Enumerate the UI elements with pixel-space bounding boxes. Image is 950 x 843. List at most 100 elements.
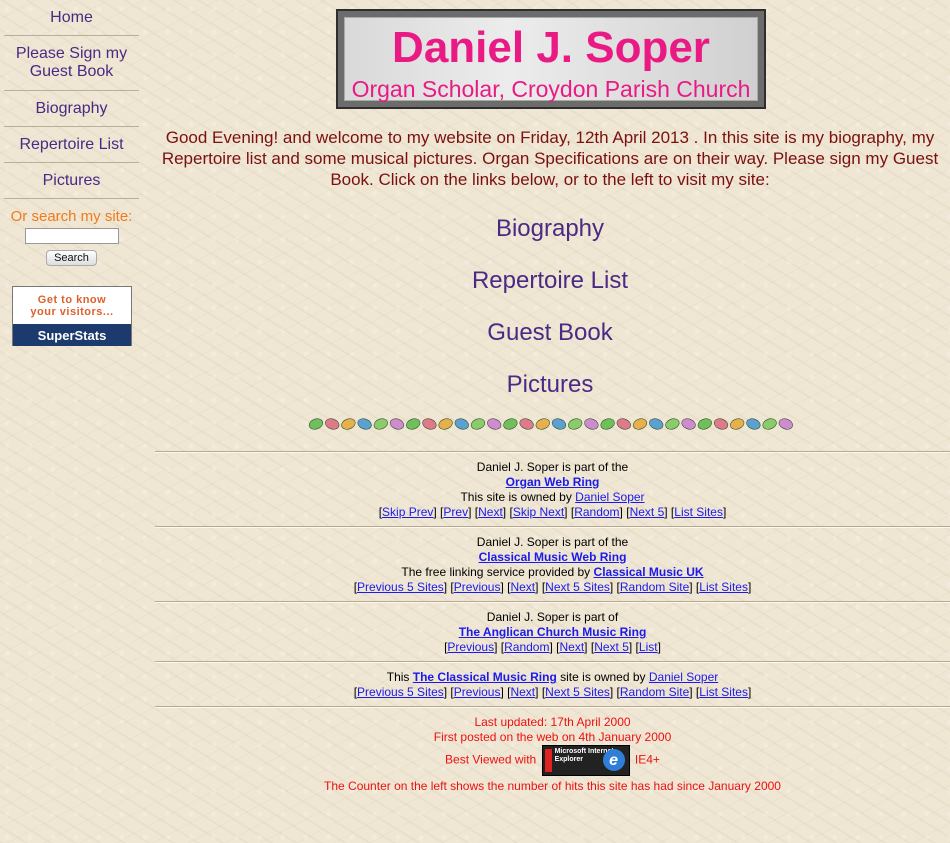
ring-nav-list-sites[interactable]: List Sites — [674, 505, 723, 519]
sidebar-item-pictures[interactable]: Pictures — [4, 163, 139, 199]
ring-nav: [Previous 5 Sites] [Previous] [Next] [Ne… — [353, 685, 752, 699]
welcome-text: Good Evening! and welcome to my website … — [161, 128, 939, 189]
superstats-badge[interactable]: Get to know your visitors... SuperStats — [12, 286, 132, 346]
leaf-decoration — [762, 418, 777, 430]
ring-nav-prev[interactable]: Previous — [454, 580, 501, 594]
ring-nav-random[interactable]: Random Site — [620, 580, 689, 594]
search-input[interactable] — [24, 228, 119, 244]
leaf-divider — [308, 418, 793, 430]
leaf-decoration — [584, 418, 599, 430]
ring-nav: [Previous 5 Sites] [Previous] [Next] [Ne… — [353, 580, 752, 594]
leaf-decoration — [325, 418, 340, 430]
ring-nav-next[interactable]: Next — [510, 685, 535, 699]
ring-intro: Daniel J. Soper is part of — [486, 610, 619, 624]
leaf-decoration — [649, 418, 664, 430]
ring-intro: Daniel J. Soper is part of the — [476, 535, 629, 549]
leaf-decoration — [470, 418, 486, 430]
leaf-decoration — [568, 418, 583, 430]
owned-label: This site is owned by — [460, 490, 572, 504]
search-button[interactable]: Search — [46, 250, 97, 266]
sidebar-item-repertoire[interactable]: Repertoire List — [4, 127, 139, 163]
sidebar: Home Please Sign my Guest Book Biography… — [0, 0, 143, 266]
leaf-decoration — [454, 418, 469, 430]
ring-nav-random[interactable]: Random — [574, 505, 619, 519]
main-link-biography[interactable]: Biography — [152, 215, 948, 243]
divider — [155, 451, 950, 453]
ring-nav-next-5[interactable]: Next 5 Sites — [545, 685, 610, 699]
leaf-decoration — [778, 418, 793, 430]
main-link-pictures[interactable]: Pictures — [152, 371, 948, 399]
classical-music-ring: This The Classical Music Ring site is ow… — [155, 670, 950, 700]
ring-nav-list-sites[interactable]: List Sites — [699, 580, 748, 594]
page-subtitle: Organ Scholar, Croydon Parish Church — [351, 76, 751, 102]
leaf-decoration — [422, 418, 437, 430]
ring-prefix: This — [386, 670, 410, 684]
ie-logo-icon: e — [602, 749, 625, 771]
main-link-repertoire[interactable]: Repertoire List — [152, 267, 948, 295]
ring-nav-next-5[interactable]: Next 5 Sites — [545, 580, 610, 594]
divider — [155, 661, 950, 663]
main-link-guest-book[interactable]: Guest Book — [152, 319, 948, 347]
ring-nav-prev[interactable]: Previous — [447, 640, 494, 654]
classical-music-ring-link[interactable]: The Classical Music Ring — [413, 670, 557, 684]
leaf-decoration — [746, 418, 761, 430]
leaf-decoration — [600, 418, 615, 430]
ring-nav-next[interactable]: Next — [510, 580, 535, 594]
ring-nav-list[interactable]: List — [639, 640, 658, 654]
leaf-decoration — [406, 418, 421, 430]
provider-link[interactable]: Classical Music UK — [594, 565, 704, 579]
header-banner: Daniel J. Soper Organ Scholar, Croydon P… — [336, 9, 766, 109]
ring-nav-next[interactable]: Next — [559, 640, 584, 654]
banner-panel: Daniel J. Soper Organ Scholar, Croydon P… — [344, 17, 758, 102]
leaf-decoration — [681, 418, 696, 430]
last-updated: Last updated: 17th April 2000 — [474, 715, 631, 729]
page-title: Daniel J. Soper — [392, 23, 710, 72]
classical-web-ring-link[interactable]: Classical Music Web Ring — [479, 550, 627, 564]
ring-nav-prev[interactable]: Previous — [454, 685, 501, 699]
best-viewed: Best Viewed with Microsoft Internet Expl… — [155, 745, 950, 776]
divider — [155, 601, 950, 603]
sidebar-item-biography[interactable]: Biography — [4, 91, 139, 127]
leaf-decoration — [357, 418, 372, 430]
leaf-decoration — [713, 418, 729, 430]
ring-nav-next[interactable]: Next — [478, 505, 503, 519]
ring-nav-skip-prev[interactable]: Skip Prev — [382, 505, 433, 519]
leaf-decoration — [341, 418, 356, 430]
leaf-decoration — [632, 418, 648, 430]
owned-label: site is owned by — [560, 670, 646, 684]
divider — [155, 526, 950, 528]
leaf-decoration — [389, 418, 405, 430]
ring-nav-next-5[interactable]: Next 5 — [594, 640, 629, 654]
ring-intro: Daniel J. Soper is part of the — [476, 460, 629, 474]
ring-nav-skip-next[interactable]: Skip Next — [513, 505, 564, 519]
leaf-decoration — [487, 418, 502, 430]
owner-link[interactable]: Daniel Soper — [575, 490, 644, 504]
anglican-ring-link[interactable]: The Anglican Church Music Ring — [459, 625, 647, 639]
leaf-decoration — [665, 418, 680, 430]
ring-nav-prev-5[interactable]: Previous 5 Sites — [357, 580, 444, 594]
ring-nav-prev-5[interactable]: Previous 5 Sites — [357, 685, 444, 699]
leaf-decoration — [308, 418, 324, 430]
organ-web-ring: Daniel J. Soper is part of the Organ Web… — [155, 460, 950, 520]
ie-version-label: IE4+ — [634, 752, 660, 767]
provider-label: The free linking service provided by — [401, 565, 591, 579]
leaf-decoration — [438, 418, 453, 430]
leaf-decoration — [519, 418, 534, 430]
search-label: Or search my site: — [10, 208, 133, 225]
owner-link[interactable]: Daniel Soper — [649, 670, 718, 684]
sidebar-item-home[interactable]: Home — [4, 0, 139, 36]
leaf-decoration — [616, 418, 631, 430]
ring-nav-random[interactable]: Random Site — [620, 685, 689, 699]
sidebar-item-guest-book[interactable]: Please Sign my Guest Book — [4, 36, 139, 91]
ring-nav: [Previous] [Random] [Next] [Next 5] [Lis… — [444, 640, 661, 654]
ring-nav-list-sites[interactable]: List Sites — [699, 685, 748, 699]
anglican-church-music-ring: Daniel J. Soper is part of The Anglican … — [155, 610, 950, 655]
ring-nav-prev[interactable]: Prev — [443, 505, 468, 519]
leaf-decoration — [503, 418, 518, 430]
ie-badge[interactable]: Microsoft Internet Explorer e — [541, 745, 630, 776]
counter-note: The Counter on the left shows the number… — [324, 779, 781, 793]
ring-nav-next-5[interactable]: Next 5 — [630, 505, 665, 519]
free-stripe — [544, 749, 552, 772]
organ-web-ring-link[interactable]: Organ Web Ring — [506, 475, 600, 489]
ring-nav-random[interactable]: Random — [504, 640, 549, 654]
